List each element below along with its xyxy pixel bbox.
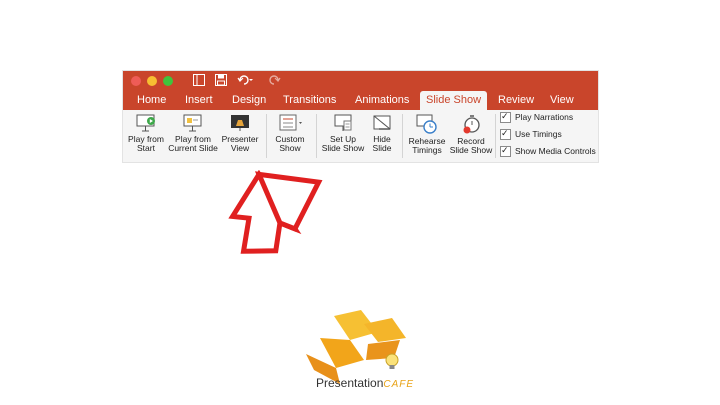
maximize-window-button[interactable] <box>163 76 173 86</box>
logo-word: Presentation <box>316 376 384 390</box>
toolbar-separator <box>495 114 496 158</box>
toolbar-separator <box>266 114 267 158</box>
tab-view[interactable]: View <box>550 91 574 110</box>
undo-icon[interactable] <box>237 74 255 89</box>
play-from-start-icon <box>136 114 155 132</box>
play-from-current-label-2: Current Slide <box>168 143 218 153</box>
record-slide-show-button[interactable]: Record Slide Show <box>449 113 493 155</box>
logo-wordmark: PresentationCAFE <box>316 376 414 390</box>
toolbar-separator <box>316 114 317 158</box>
play-narrations-label: Play Narrations <box>515 112 574 122</box>
ribbon-window: Home Insert Design Transitions Animation… <box>123 71 598 162</box>
show-media-controls-checkbox[interactable]: Show Media Controls <box>500 144 596 158</box>
checkbox-checked-icon <box>500 110 511 124</box>
logo-suffix: CAFE <box>383 379 415 390</box>
play-from-current-slide-button[interactable]: Play from Current Slide <box>167 113 219 153</box>
rehearse-timings-icon <box>416 114 437 134</box>
hide-slide-label-2: Slide <box>372 143 392 153</box>
save-icon[interactable] <box>215 74 227 89</box>
play-from-start-button[interactable]: Play from Start <box>125 113 167 153</box>
title-bar <box>123 71 598 91</box>
play-from-start-label-2: Start <box>137 143 155 153</box>
use-timings-checkbox[interactable]: Use Timings <box>500 127 562 141</box>
tab-animations[interactable]: Animations <box>355 91 409 110</box>
play-from-current-slide-icon <box>183 114 202 132</box>
close-window-button[interactable] <box>131 76 141 86</box>
set-up-slide-show-icon <box>334 114 352 131</box>
tab-insert[interactable]: Insert <box>185 91 213 110</box>
rehearse-label-2: Timings <box>412 145 442 155</box>
presenter-view-icon <box>231 115 249 131</box>
presenter-view-label-2: View <box>230 143 250 153</box>
tab-design[interactable]: Design <box>232 91 266 110</box>
tab-home[interactable]: Home <box>137 91 166 110</box>
tab-review[interactable]: Review <box>498 91 534 110</box>
tab-transitions[interactable]: Transitions <box>283 91 336 110</box>
play-narrations-checkbox[interactable]: Play Narrations <box>500 110 574 124</box>
use-timings-label: Use Timings <box>515 129 562 139</box>
set-up-slide-show-button[interactable]: Set Up Slide Show <box>319 113 367 153</box>
custom-show-label-2: Show <box>279 143 301 153</box>
custom-show-button[interactable]: Custom Show <box>269 113 311 153</box>
toolbar-separator <box>402 114 403 158</box>
pointer-arrow-icon <box>228 170 323 254</box>
hide-slide-icon <box>373 115 391 130</box>
ribbon-tab-bar: Home Insert Design Transitions Animation… <box>123 91 598 110</box>
hide-slide-button[interactable]: Hide Slide <box>367 113 397 153</box>
set-up-label-2: Slide Show <box>321 143 365 153</box>
redo-icon[interactable] <box>269 74 281 89</box>
checkbox-checked-icon <box>500 144 511 158</box>
sidebar-toggle-icon[interactable] <box>193 74 205 89</box>
presenter-view-button[interactable]: Presenter View <box>220 113 260 153</box>
show-media-controls-label: Show Media Controls <box>515 146 596 156</box>
minimize-window-button[interactable] <box>147 76 157 86</box>
rehearse-timings-button[interactable]: Rehearse Timings <box>405 113 449 155</box>
custom-show-icon <box>279 114 302 131</box>
record-label-2: Slide Show <box>449 145 493 155</box>
checkbox-checked-icon <box>500 127 511 141</box>
tab-slide-show[interactable]: Slide Show <box>420 91 488 110</box>
ribbon-toolbar: Play from Start Play from Current Slide … <box>123 110 598 162</box>
record-slide-show-icon <box>463 115 480 134</box>
